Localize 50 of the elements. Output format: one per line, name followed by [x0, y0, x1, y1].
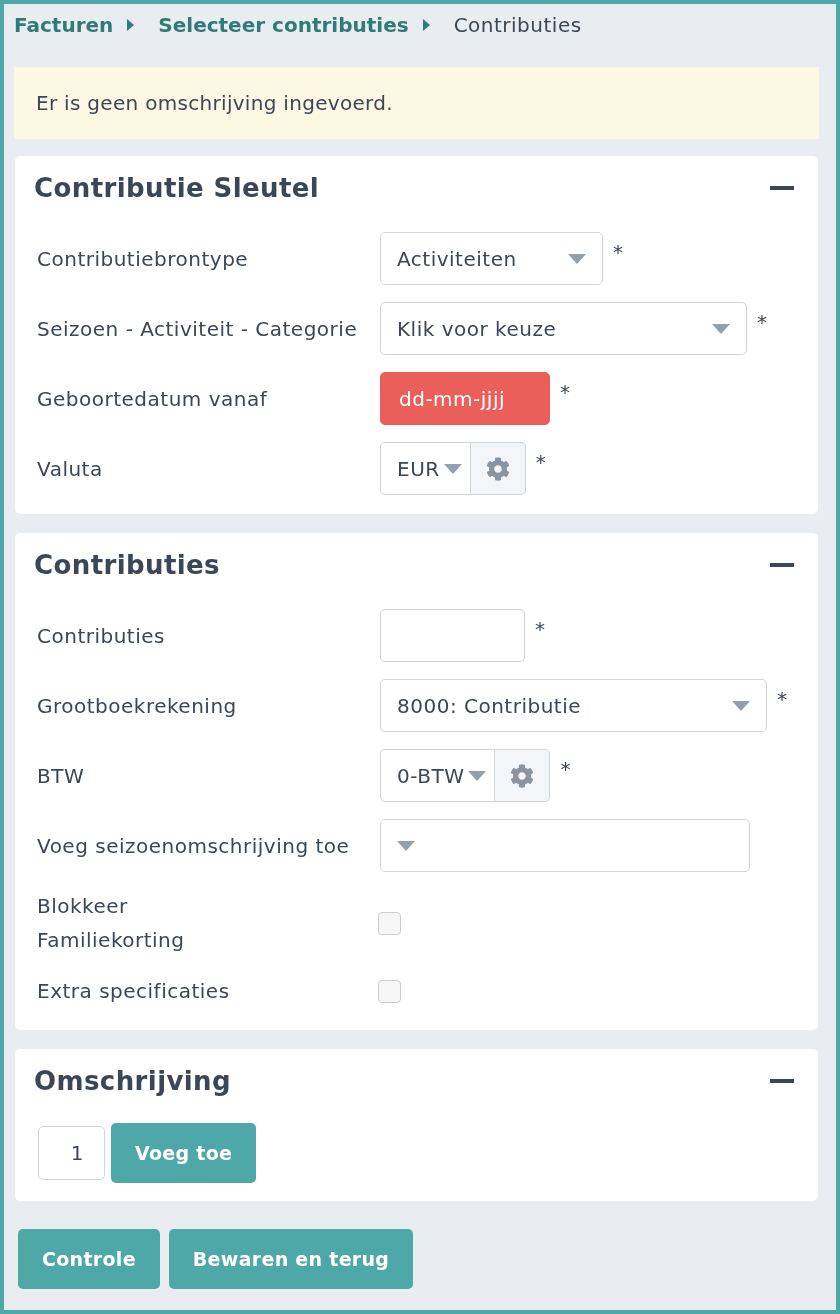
date-field[interactable]: dd-mm-jjjj — [380, 372, 550, 425]
settings-button[interactable] — [470, 442, 526, 495]
field-label: Grootboekrekening — [37, 692, 238, 719]
gear-icon — [485, 456, 510, 481]
dropdown[interactable] — [380, 819, 750, 872]
minus-icon[interactable] — [770, 186, 794, 190]
dropdown[interactable]: Activiteiten — [380, 232, 603, 285]
caret-icon — [127, 19, 135, 31]
number-field[interactable]: 1 — [38, 1126, 105, 1180]
section-title: Contributies — [34, 549, 220, 581]
field-label: BTW — [37, 762, 86, 789]
gear-icon — [510, 763, 535, 788]
caret-icon — [468, 770, 487, 781]
caret-icon — [712, 323, 730, 334]
field-label: Extra specificaties — [37, 978, 231, 1005]
checkbox[interactable] — [378, 979, 401, 1003]
section-title: Omschrijving — [34, 1065, 232, 1097]
field-label: Seizoen - Activiteit - Categorie — [37, 315, 359, 342]
caret-icon — [422, 19, 430, 31]
minus-icon[interactable] — [770, 1079, 794, 1083]
dropdown[interactable]: Klik voor keuze — [380, 302, 747, 355]
caret-icon — [397, 840, 415, 851]
breadcrumb-current: Contributies — [453, 13, 582, 37]
checkbox[interactable] — [378, 911, 401, 935]
required-mark: * — [535, 450, 546, 474]
field-label: Contributies — [37, 622, 166, 649]
required-mark: * — [560, 757, 571, 781]
field-label: Contributiebrontype — [37, 245, 250, 272]
input-field[interactable] — [380, 609, 525, 662]
required-mark: * — [560, 380, 570, 404]
field-label: Valuta — [37, 455, 104, 482]
section-title: Contributie Sleutel — [34, 172, 320, 204]
caret-icon — [568, 253, 586, 264]
settings-button[interactable] — [495, 749, 551, 802]
alert-message: Er is geen omschrijving ingevoerd. — [14, 67, 819, 139]
minus-icon[interactable] — [770, 563, 794, 567]
required-mark: * — [777, 687, 787, 711]
required-mark: * — [613, 240, 623, 264]
caret-icon — [732, 700, 750, 711]
field-label: Geboortedatum vanaf — [37, 385, 269, 412]
required-mark: * — [535, 617, 545, 641]
dropdown[interactable]: EUR — [380, 442, 471, 495]
dropdown[interactable]: 0-BTW — [380, 749, 496, 802]
field-label: Voeg seizoenomschrijving toe — [37, 832, 351, 859]
dropdown[interactable]: 8000: Contributie — [380, 679, 767, 732]
field-label: Blokkeer Familiekorting — [37, 893, 186, 954]
required-mark: * — [757, 310, 767, 334]
breadcrumb-link[interactable]: Selecteer contributies — [158, 13, 409, 37]
caret-icon — [443, 463, 462, 474]
breadcrumb-link[interactable]: Facturen — [14, 13, 114, 37]
